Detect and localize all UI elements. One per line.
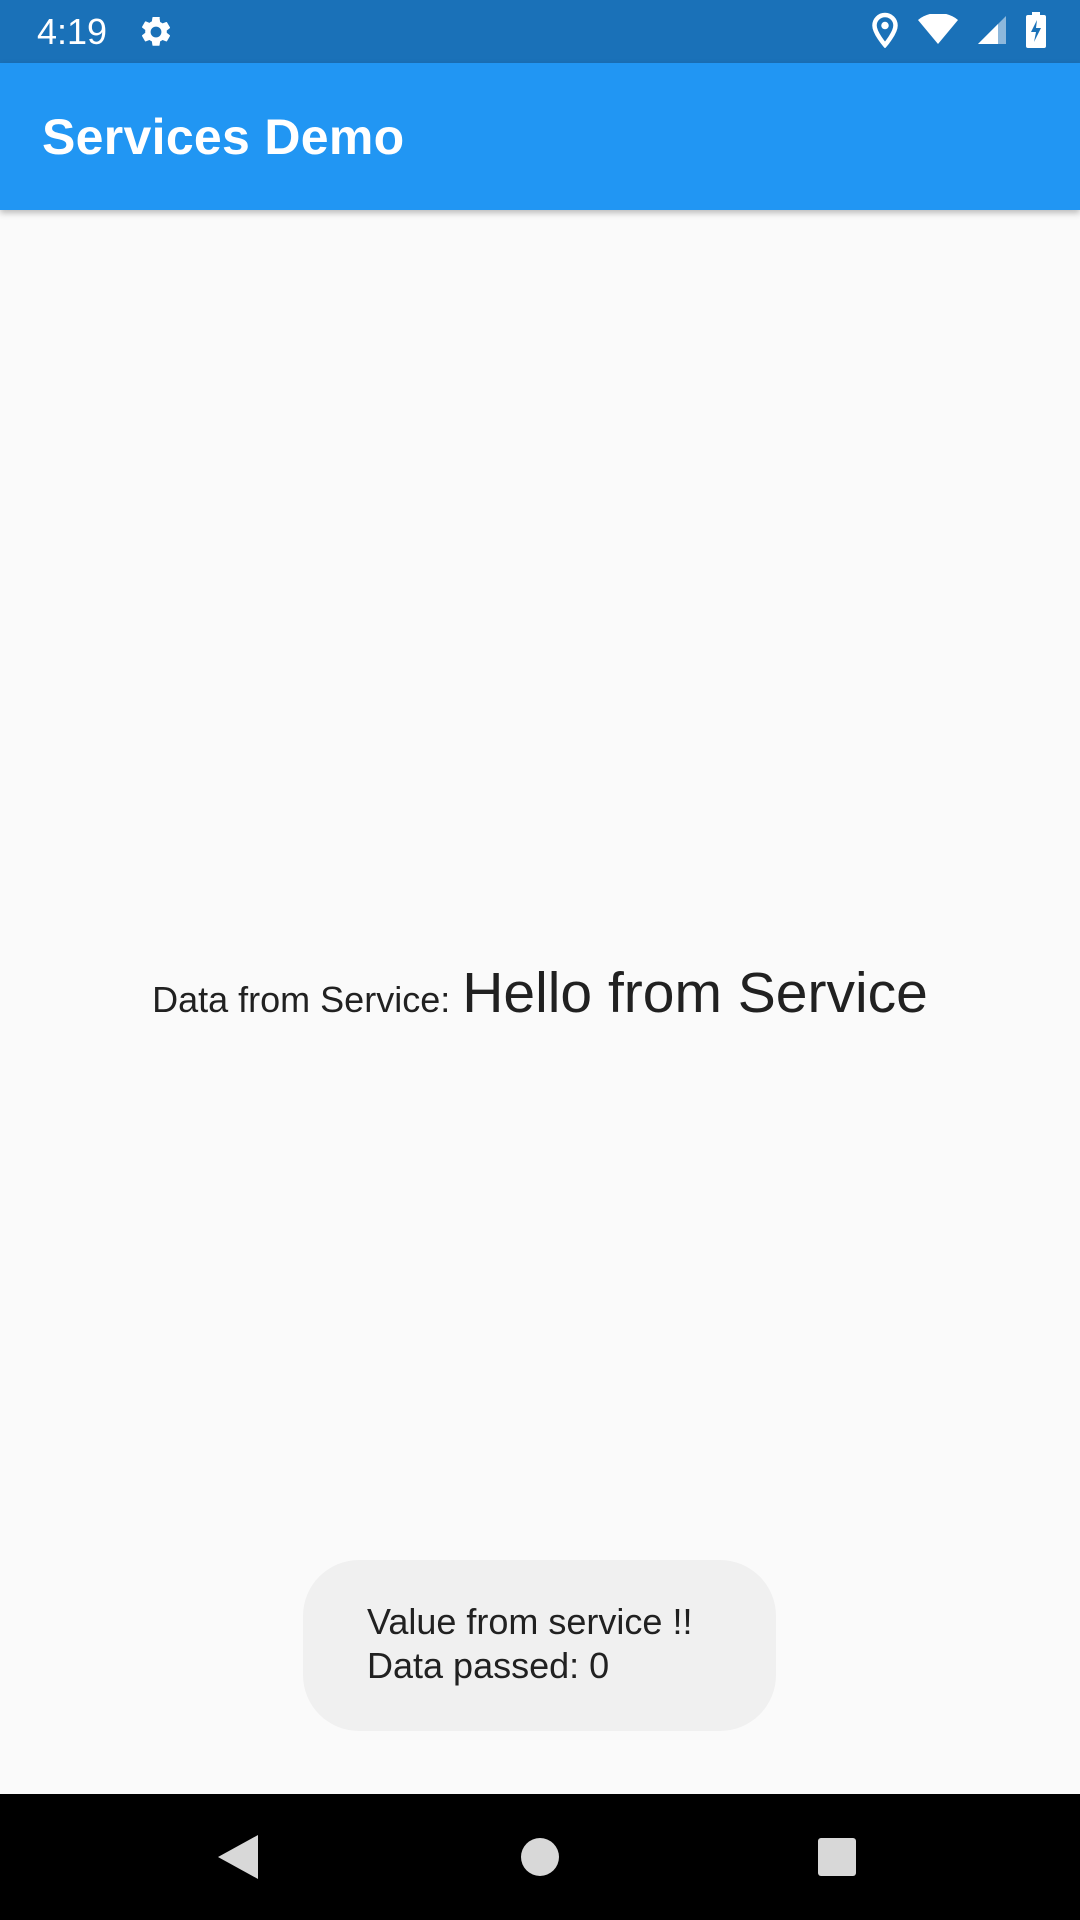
page-title: Services Demo [42,109,405,165]
home-icon [521,1838,559,1876]
signal-icon [976,14,1008,51]
back-button[interactable] [205,1824,271,1890]
wifi-icon [918,12,958,51]
location-icon [870,12,900,53]
status-bar: 4:19 [0,0,1080,63]
service-data-row: Data from Service: Hello from Service [0,960,1080,1040]
status-time: 4:19 [37,11,108,52]
toast-line-1: Value from service !! [367,1601,693,1642]
recents-icon [818,1838,856,1876]
back-icon [218,1835,258,1879]
service-data-label: Data from Service: [152,979,451,1020]
toast-message: Value from service !! Data passed: 0 [303,1560,776,1731]
recents-button[interactable] [804,1824,870,1890]
screen: 4:19 Services Demo Data from Service: He… [0,0,1080,1920]
navigation-bar [0,1794,1080,1920]
home-button[interactable] [507,1824,573,1890]
toast-line-2: Data passed: 0 [367,1645,610,1686]
settings-icon [138,14,174,50]
app-bar: Services Demo [0,63,1080,210]
battery-charging-icon [1026,11,1046,53]
service-data-value: Hello from Service [462,961,928,1025]
status-icons [870,11,1046,53]
